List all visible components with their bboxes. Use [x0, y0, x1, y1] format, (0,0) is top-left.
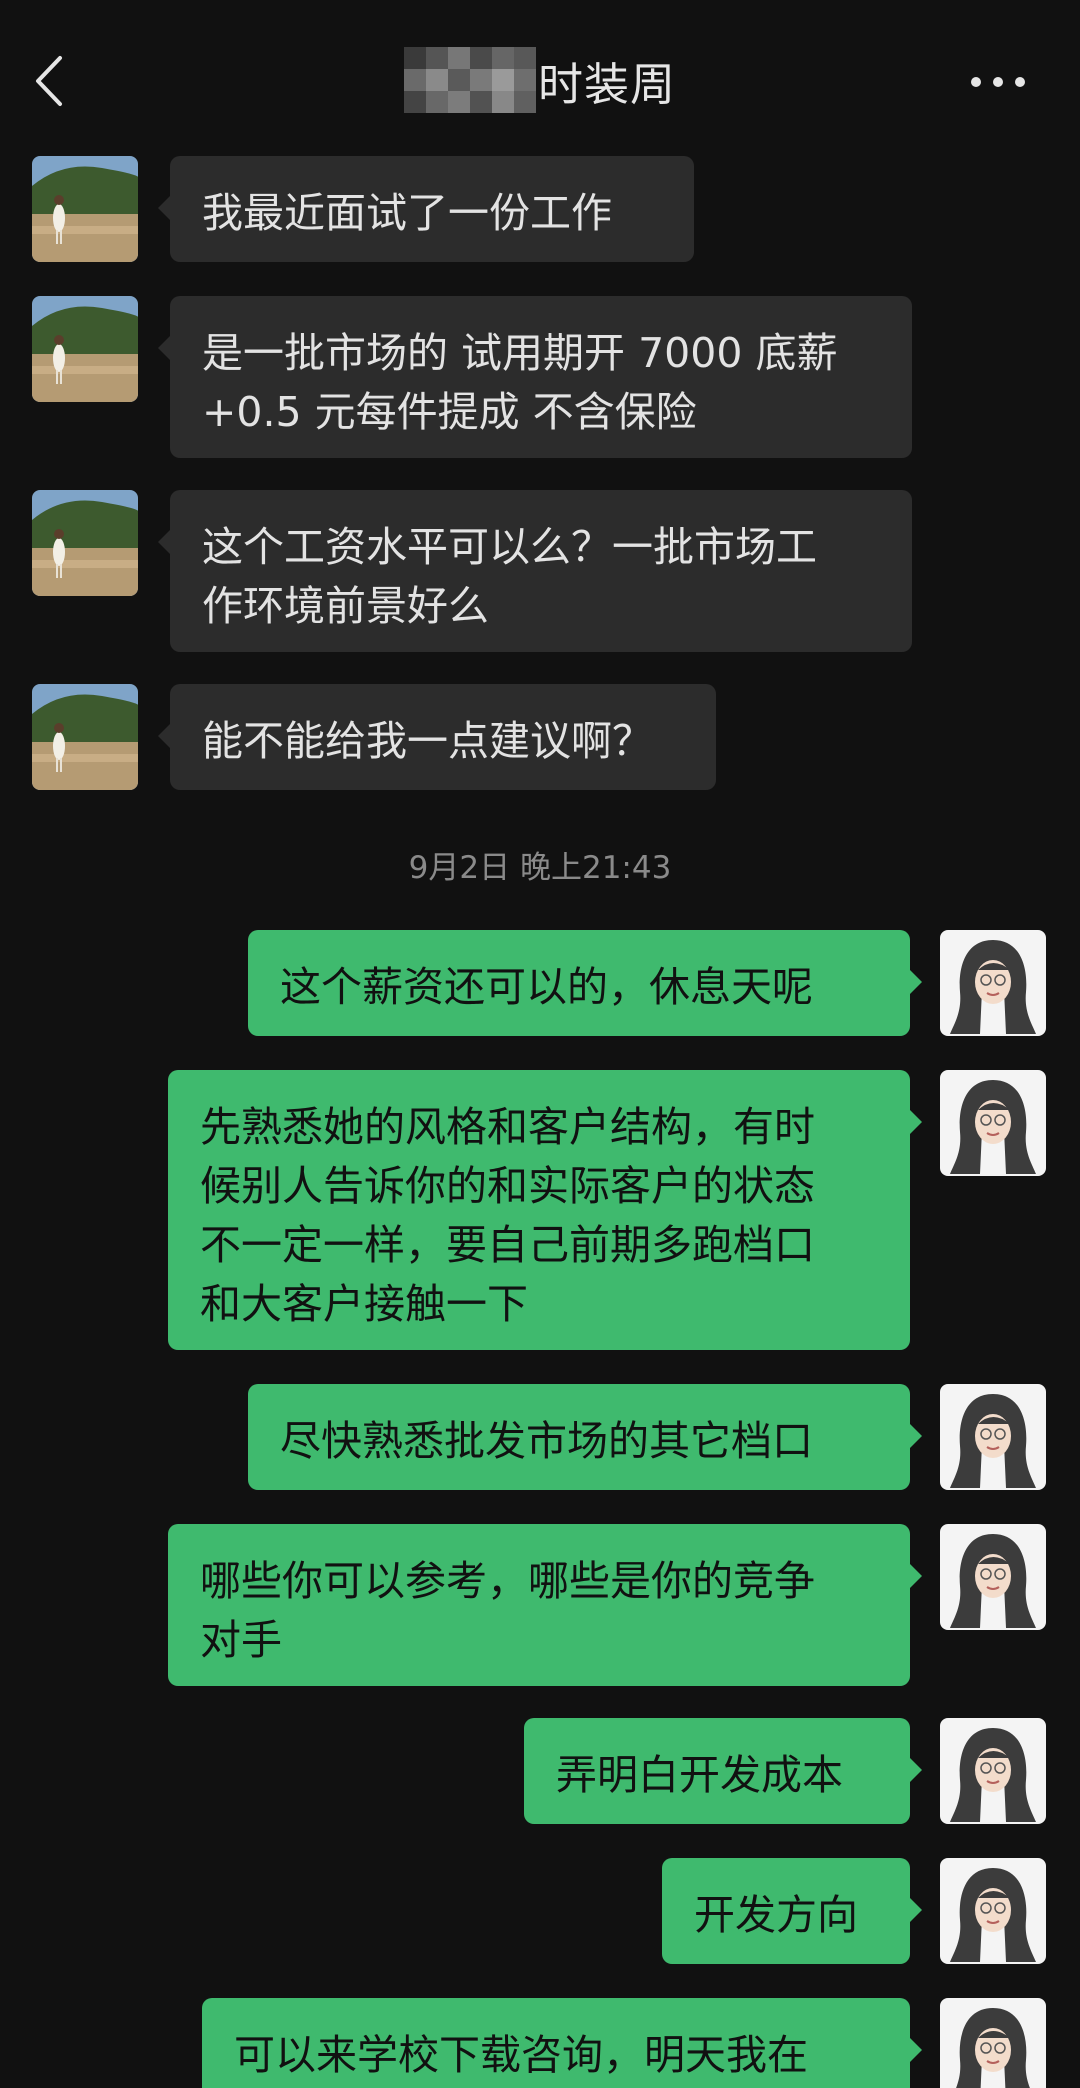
my-avatar[interactable] [940, 1384, 1046, 1490]
contact-avatar[interactable] [32, 156, 138, 262]
cartoon-avatar-icon [940, 1718, 1046, 1824]
message-bubble-outgoing[interactable]: 可以来学校下载咨询，明天我在 [202, 1998, 922, 2088]
chat-title: 时装周 [537, 57, 676, 111]
chat-screen: 时装周 我最近面试了一份工作 是一批市场的 试用期开 7000 底薪 +0.5 … [0, 0, 1080, 2088]
blurred-name-mosaic [403, 47, 536, 113]
message-bubble-outgoing[interactable]: 先熟悉她的风格和客户结构，有时 候别人告诉你的和实际客户的状态 不一定一样，要自… [168, 1070, 922, 1350]
contact-avatar[interactable] [32, 490, 138, 596]
cartoon-avatar-icon [940, 1858, 1046, 1964]
my-avatar[interactable] [940, 1998, 1046, 2088]
chat-timestamp: 9月2日 晚上21:43 [408, 850, 672, 886]
message-bubble-incoming[interactable]: 我最近面试了一份工作 [158, 156, 694, 262]
contact-photo-icon [32, 296, 138, 402]
message-bubble-incoming[interactable]: 这个工资水平可以么？一批市场工 作环境前景好么 [158, 490, 912, 652]
more-dots-icon [971, 77, 1025, 87]
message-bubble-incoming[interactable]: 能不能给我一点建议啊？ [158, 684, 716, 790]
contact-avatar[interactable] [32, 684, 138, 790]
my-avatar[interactable] [940, 930, 1046, 1036]
my-avatar[interactable] [940, 1070, 1046, 1176]
message-bubble-incoming[interactable]: 是一批市场的 试用期开 7000 底薪 +0.5 元每件提成 不含保险 [158, 296, 912, 458]
message-bubble-outgoing[interactable]: 开发方向 [662, 1858, 922, 1964]
message-bubble-outgoing[interactable]: 这个薪资还可以的，休息天呢 [248, 930, 922, 1036]
message-bubble-outgoing[interactable]: 尽快熟悉批发市场的其它档口 [248, 1384, 922, 1490]
cartoon-avatar-icon [940, 1998, 1046, 2088]
cartoon-avatar-icon [940, 1070, 1046, 1176]
contact-photo-icon [32, 156, 138, 262]
my-avatar[interactable] [940, 1858, 1046, 1964]
cartoon-avatar-icon [940, 1524, 1046, 1630]
chat-header: 时装周 [0, 0, 1080, 150]
cartoon-avatar-icon [940, 1384, 1046, 1490]
more-options-button[interactable] [968, 62, 1028, 102]
my-avatar[interactable] [940, 1524, 1046, 1630]
my-avatar[interactable] [940, 1718, 1046, 1824]
contact-photo-icon [32, 684, 138, 790]
message-bubble-outgoing[interactable]: 哪些你可以参考，哪些是你的竞争 对手 [168, 1524, 922, 1686]
cartoon-avatar-icon [940, 930, 1046, 1036]
contact-avatar[interactable] [32, 296, 138, 402]
message-bubble-outgoing[interactable]: 弄明白开发成本 [524, 1718, 922, 1824]
contact-photo-icon [32, 490, 138, 596]
chat-title-area: 时装周 [0, 47, 1080, 113]
